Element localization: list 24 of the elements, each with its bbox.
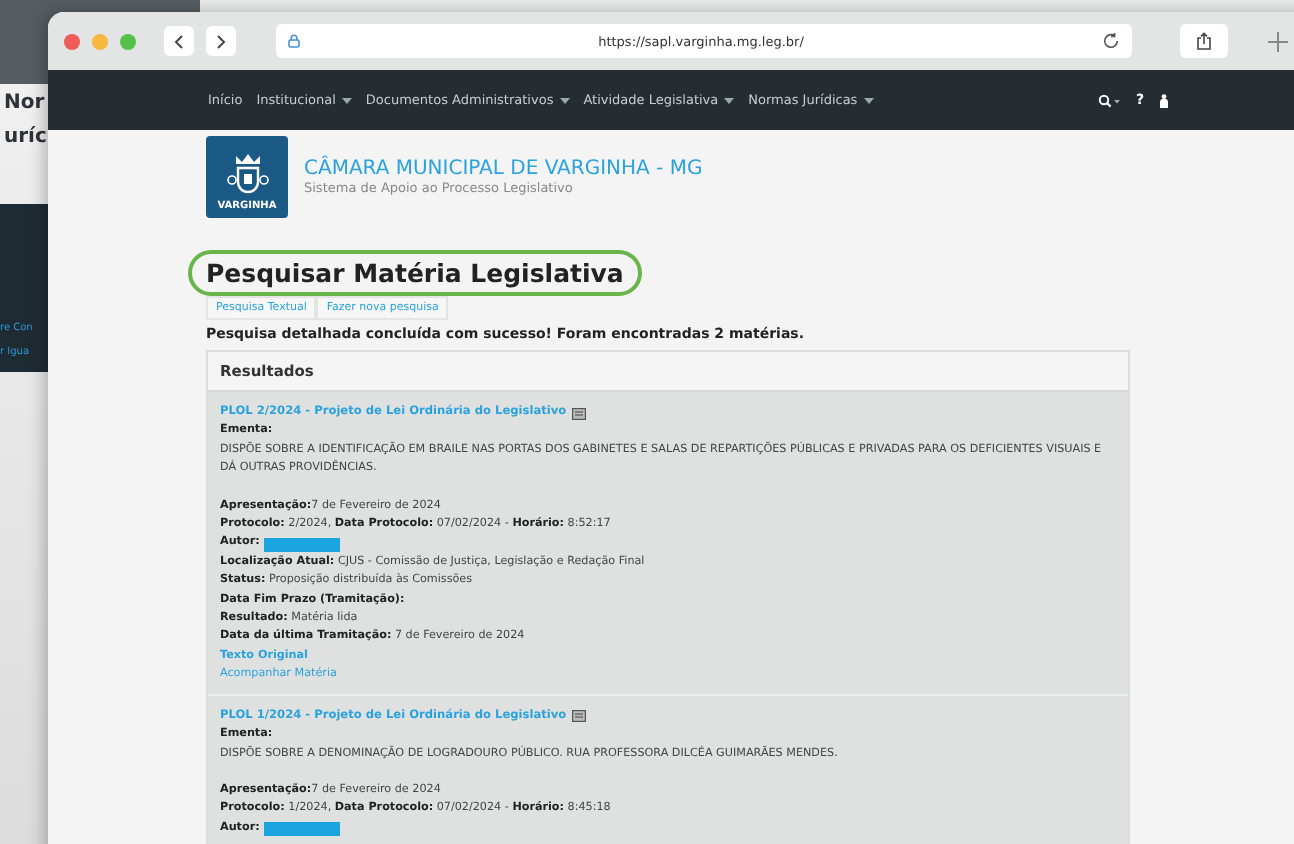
caret-icon	[724, 97, 735, 103]
caret-icon	[341, 97, 352, 103]
user-icon[interactable]	[1160, 93, 1168, 107]
share-icon	[1196, 32, 1212, 50]
document-icon[interactable]	[572, 407, 587, 420]
forward-button[interactable]	[206, 26, 236, 56]
reload-icon[interactable]	[1102, 32, 1120, 50]
lock-icon	[288, 34, 300, 48]
redaction-bar	[263, 537, 340, 552]
redaction-bar	[263, 821, 340, 836]
background-page-text: Nor	[2, 90, 47, 118]
site-title: CÂMARA MUNICIPAL DE VARGINHA - MG	[304, 158, 703, 180]
background-page-text: uríc	[2, 124, 49, 152]
new-tab-icon[interactable]	[1268, 31, 1288, 51]
close-icon[interactable]	[64, 33, 80, 49]
document-icon[interactable]	[572, 710, 587, 723]
page-title: Pesquisar Matéria Legislativa	[188, 250, 642, 296]
back-button[interactable]	[164, 26, 194, 56]
share-button[interactable]	[1180, 24, 1228, 58]
caret-icon	[863, 97, 874, 103]
chevron-right-icon	[216, 33, 226, 49]
search-icon[interactable]	[1097, 93, 1120, 107]
caret-icon	[559, 97, 570, 103]
chevron-left-icon	[174, 33, 184, 49]
